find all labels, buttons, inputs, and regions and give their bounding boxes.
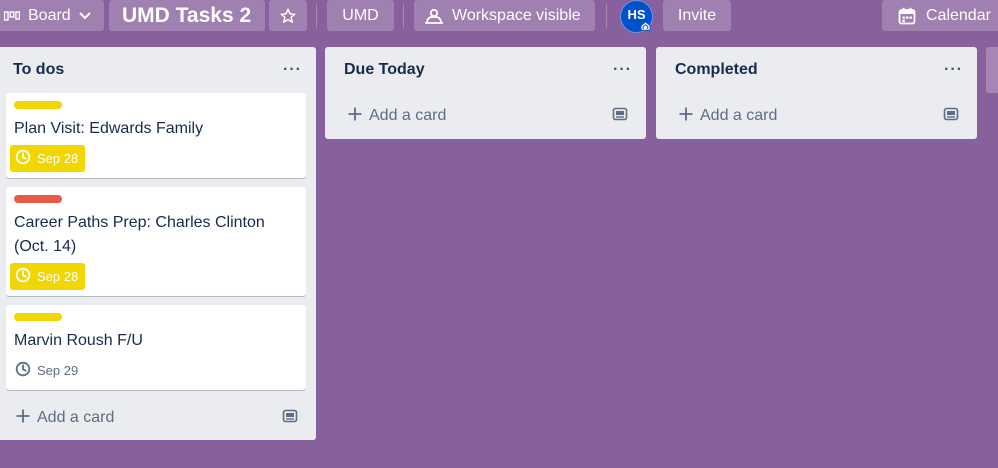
plus-icon [678, 106, 694, 127]
admin-badge-icon [639, 20, 651, 32]
list-header[interactable]: Completed ··· [656, 47, 977, 93]
template-icon[interactable] [282, 408, 298, 429]
workspace-button[interactable]: UMD [327, 0, 394, 31]
due-date-badge[interactable]: Sep 29 [10, 357, 85, 384]
calendar-icon [898, 7, 916, 25]
card-title: Plan Visit: Edwards Family [14, 120, 204, 137]
calendar-label: Calendar [926, 6, 991, 24]
card[interactable]: Marvin Roush F/U Sep 29 [6, 305, 306, 390]
visibility-label: Workspace visible [452, 6, 581, 24]
add-card-label: Add a card [37, 409, 115, 426]
plus-icon [15, 408, 31, 429]
add-card-row: Add a card [325, 93, 646, 139]
invite-button[interactable]: Invite [663, 0, 731, 31]
add-card-button[interactable]: Add a card [15, 408, 114, 429]
board-title[interactable]: UMD Tasks 2 [109, 0, 265, 31]
list-completed: Completed ··· Add a card [656, 47, 977, 139]
clock-icon [15, 267, 31, 286]
list-header[interactable]: To dos ··· [0, 47, 316, 93]
board-header: Board UMD Tasks 2 UMD Workspace visible … [0, 0, 998, 40]
card-title: Career Paths Prep: Charles Clinton (Oct.… [14, 214, 265, 255]
clock-icon [15, 149, 31, 168]
clock-icon [15, 361, 31, 380]
add-card-label: Add a card [700, 107, 778, 124]
header-divider [606, 4, 607, 28]
chevron-down-icon [78, 11, 91, 20]
board-icon [4, 10, 20, 22]
card-label-yellow[interactable] [14, 313, 62, 321]
list-title: To dos [13, 61, 65, 78]
due-date-badge[interactable]: Sep 28 [10, 145, 86, 172]
view-switcher-button[interactable]: Board [0, 0, 104, 31]
due-date-text: Sep 29 [37, 363, 79, 378]
header-divider [403, 4, 404, 28]
list-header[interactable]: Due Today ··· [325, 47, 646, 93]
star-button[interactable] [269, 0, 307, 31]
due-date-text: Sep 28 [37, 151, 79, 166]
list-to-dos: To dos ··· Plan Visit: Edwards Family Se… [0, 47, 316, 440]
card-label-yellow[interactable] [14, 101, 62, 109]
people-icon [424, 8, 444, 24]
list-title: Due Today [344, 61, 425, 78]
list-menu-button[interactable]: ··· [283, 61, 302, 79]
add-card-row: Add a card [656, 93, 977, 139]
star-icon [279, 7, 297, 25]
add-card-row: Add a card [0, 396, 316, 440]
plus-icon [347, 106, 363, 127]
due-date-badge[interactable]: Sep 28 [10, 263, 86, 290]
add-list-button[interactable] [986, 47, 998, 93]
add-card-button[interactable]: Add a card [678, 106, 777, 127]
card[interactable]: Career Paths Prep: Charles Clinton (Oct.… [6, 187, 306, 296]
list-title: Completed [675, 61, 758, 78]
calendar-button[interactable]: Calendar [882, 0, 998, 31]
add-card-button[interactable]: Add a card [347, 106, 446, 127]
template-icon[interactable] [943, 106, 959, 127]
card[interactable]: Plan Visit: Edwards Family Sep 28 [6, 93, 306, 178]
list-due-today: Due Today ··· Add a card [325, 47, 646, 139]
visibility-button[interactable]: Workspace visible [414, 0, 595, 31]
avatar[interactable]: HS [620, 0, 653, 33]
list-menu-button[interactable]: ··· [613, 61, 632, 79]
header-divider [316, 4, 317, 28]
add-card-label: Add a card [369, 107, 447, 124]
due-date-text: Sep 28 [37, 269, 79, 284]
list-menu-button[interactable]: ··· [944, 61, 963, 79]
card-label-red[interactable] [14, 195, 62, 203]
view-switcher-label: Board [28, 6, 71, 24]
template-icon[interactable] [612, 106, 628, 127]
card-title: Marvin Roush F/U [14, 332, 143, 349]
